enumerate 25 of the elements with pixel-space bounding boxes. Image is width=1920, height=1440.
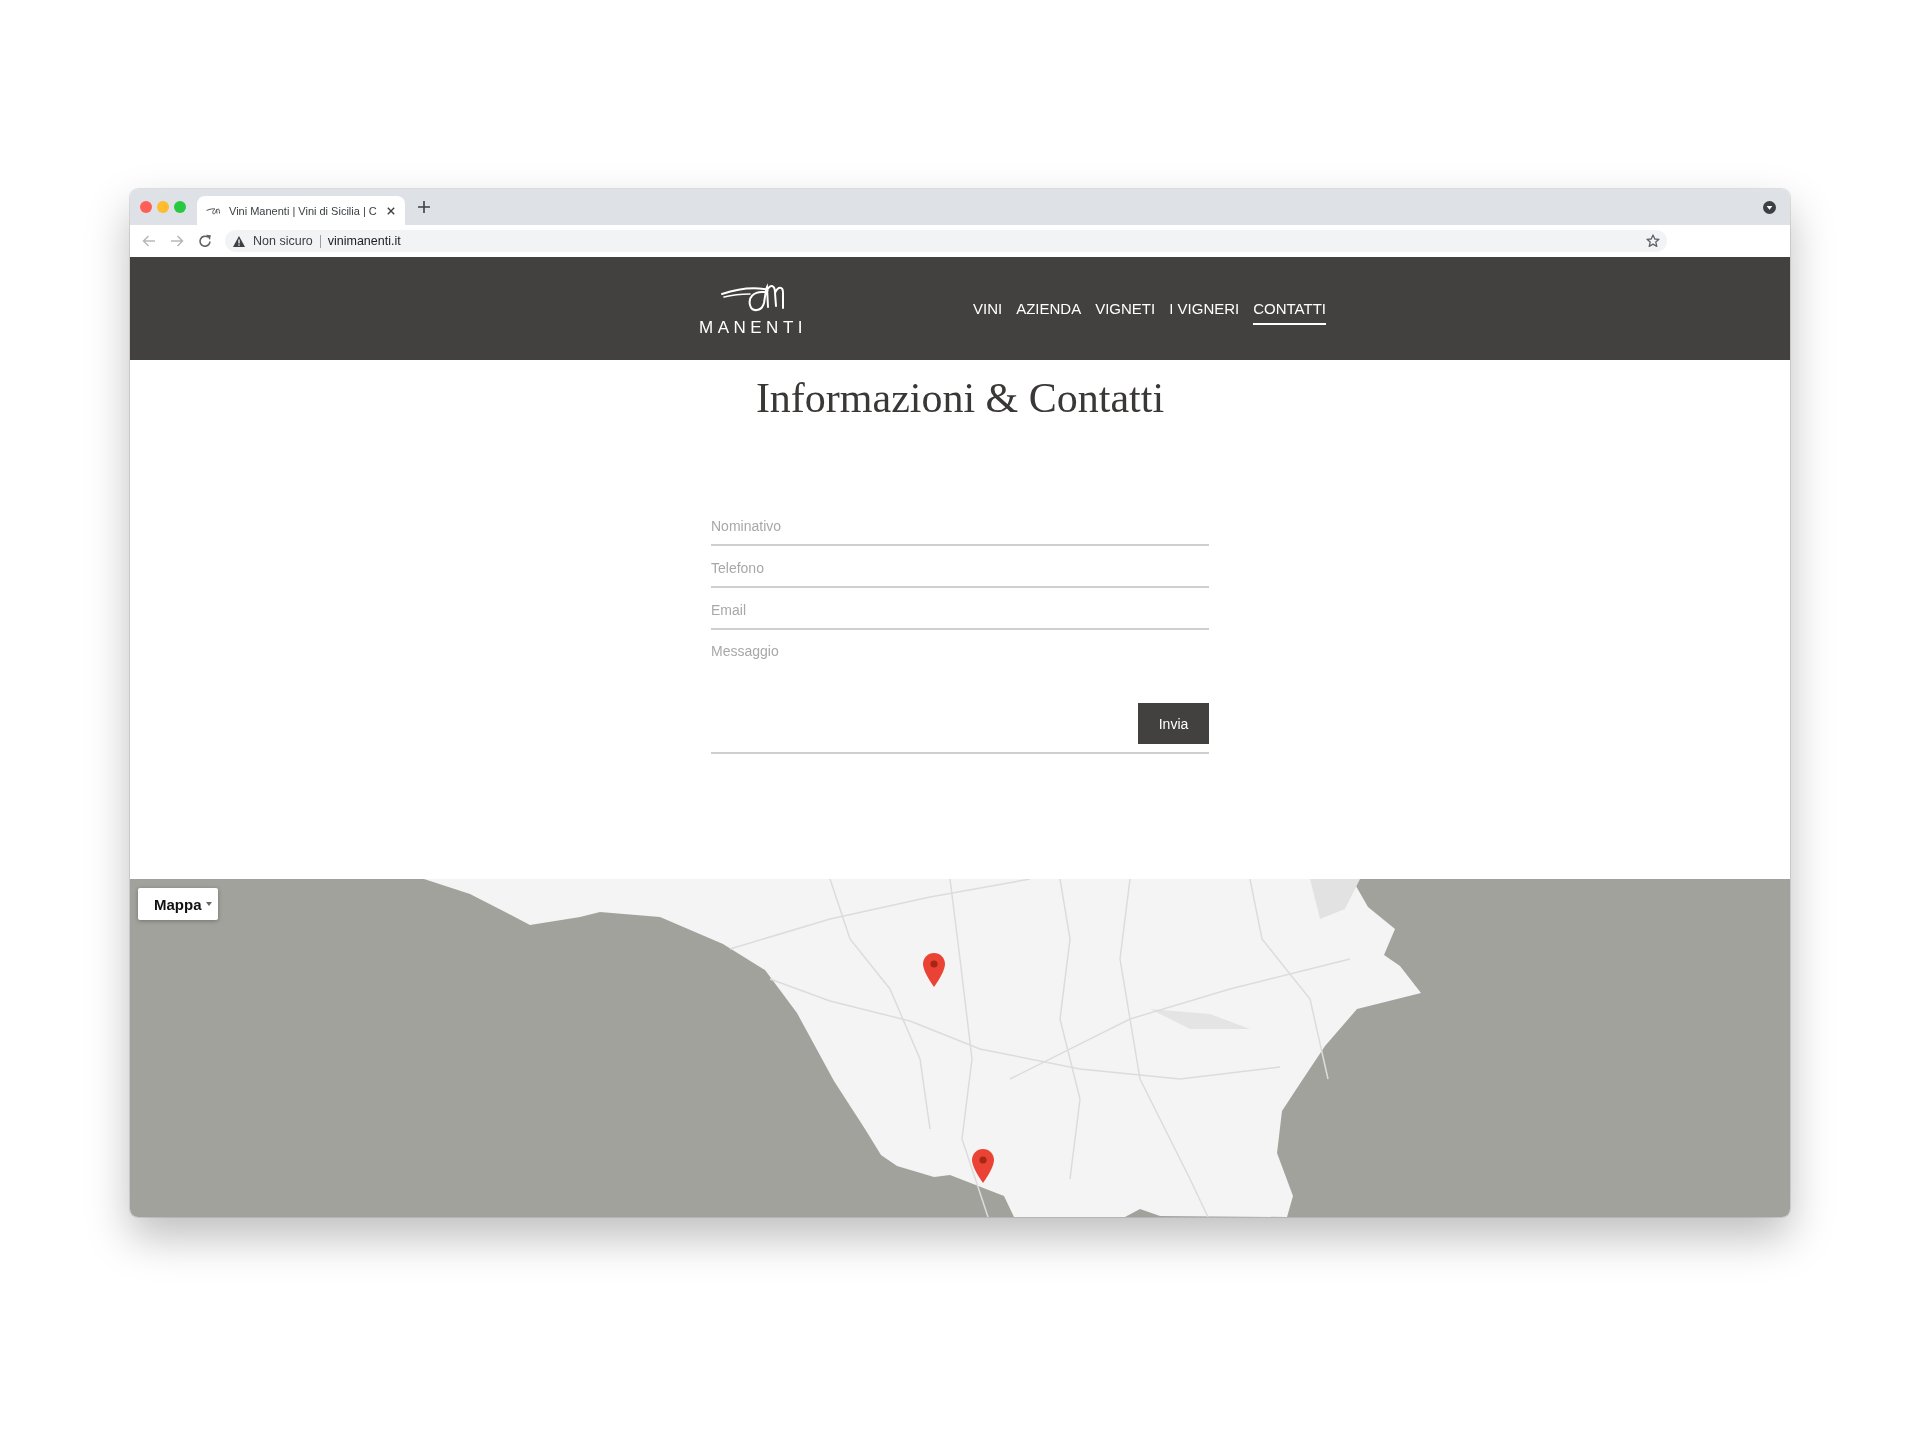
- page-title: Informazioni & Contatti: [754, 374, 1166, 423]
- input-field[interactable]: Email: [711, 588, 1209, 630]
- map-pin-icon[interactable]: [972, 1149, 994, 1183]
- input-field[interactable]: Nominativo: [711, 504, 1209, 546]
- favicon-icon: [206, 206, 220, 215]
- nav-link[interactable]: AZIENDA: [1016, 292, 1082, 325]
- address-bar[interactable]: Non sicuro vinimanenti.it: [225, 230, 1667, 252]
- nav-link[interactable]: I VIGNERI: [1169, 292, 1240, 325]
- browser-tab[interactable]: Vini Manenti | Vini di Sicilia | C: [197, 196, 405, 225]
- send-button[interactable]: Invia: [1138, 703, 1209, 744]
- nav-link[interactable]: VIGNETI: [1095, 292, 1156, 325]
- close-icon[interactable]: [387, 206, 395, 215]
- plus-icon[interactable]: [418, 201, 430, 213]
- caret-icon: [205, 902, 212, 906]
- bookmark-star-icon[interactable]: [1646, 234, 1660, 248]
- dropdown-icon[interactable]: [1763, 200, 1776, 214]
- security-chip[interactable]: Non sicuro: [233, 234, 313, 248]
- reload-icon[interactable]: [198, 234, 212, 248]
- nav-link[interactable]: CONTATTI: [1253, 292, 1326, 325]
- warning-icon: [233, 235, 245, 247]
- nav-link[interactable]: VINI: [973, 292, 1003, 325]
- map-type-button[interactable]: Mappa: [138, 888, 218, 920]
- input-field[interactable]: Telefono: [711, 546, 1209, 588]
- logo-wordmark: MANENTI: [699, 318, 807, 337]
- map-pin-icon[interactable]: [923, 953, 945, 987]
